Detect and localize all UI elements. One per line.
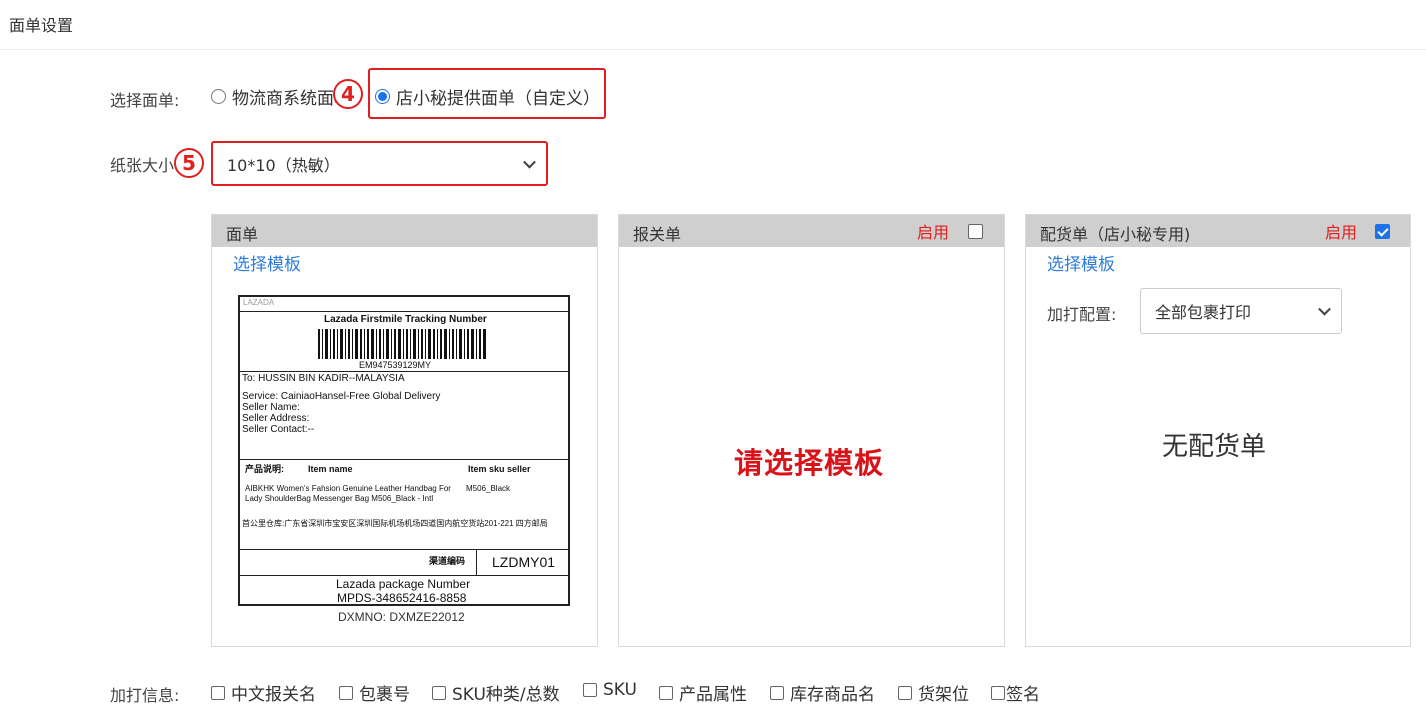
- option-label: 包裹号: [359, 685, 410, 705]
- label-panel-title: 面单: [226, 225, 259, 244]
- extra-option-sku-count[interactable]: SKU种类/总数: [432, 680, 560, 705]
- label-panel: 面单 选择模板 LAZADA Lazada Firstmile Tracking…: [211, 214, 598, 647]
- customs-enable-label: 启用: [917, 223, 950, 242]
- item-sku: M506_Black: [466, 484, 511, 493]
- option-label: 货架位: [918, 685, 969, 705]
- seller-contact-line: Seller Contact:--: [242, 424, 315, 435]
- extra-option-sku[interactable]: SKU: [583, 680, 637, 700]
- picking-panel: 配货单（店小秘专用) 启用 选择模板 加打配置: 全部包裹打印 无配货单: [1025, 214, 1411, 647]
- checkbox-icon[interactable]: [898, 685, 912, 700]
- channel-value: LZDMY01: [492, 554, 556, 570]
- dxmno-line: DXMNO: DXMZE22012: [338, 610, 465, 624]
- picking-panel-header: 配货单（店小秘专用) 启用: [1026, 215, 1410, 247]
- extra-option-chinese-name[interactable]: 中文报关名: [211, 680, 316, 705]
- to-line: To: HUSSIN BIN KADIR--MALAYSIA: [242, 373, 405, 384]
- radio-custom-label[interactable]: 店小秘提供面单（自定义）: [375, 84, 600, 109]
- picking-enable-checkbox[interactable]: [1375, 224, 1390, 239]
- col-desc: 产品说明:: [245, 464, 284, 474]
- preview-address-section: To: HUSSIN BIN KADIR--MALAYSIA Service: …: [240, 372, 568, 460]
- checkbox-icon[interactable]: [583, 683, 597, 697]
- radio-selected-icon[interactable]: [375, 89, 390, 104]
- print-config-label: 加打配置:: [1047, 305, 1117, 324]
- label-preview: LAZADA Lazada Firstmile Tracking Number: [238, 295, 570, 606]
- option-label: SKU: [603, 680, 637, 700]
- col-sku: Item sku seller: [468, 464, 531, 474]
- option-label: 产品属性: [679, 685, 747, 705]
- extra-option-product-attr[interactable]: 产品属性: [659, 680, 747, 705]
- step-4-marker: 4: [333, 79, 363, 109]
- extra-option-stock-name[interactable]: 库存商品名: [770, 680, 875, 705]
- checkbox-icon[interactable]: [770, 685, 784, 700]
- warehouse-line: 首公里仓库:广东省深圳市宝安区深圳国际机场机场四道国内航空货站201-221 四…: [242, 519, 548, 528]
- barcode-icon: [318, 329, 486, 359]
- package-number: MPDS-348652416-8858: [337, 591, 467, 605]
- extra-option-shelf[interactable]: 货架位: [898, 680, 969, 705]
- paper-size-value: 10*10（热敏）: [227, 155, 340, 175]
- option-label: SKU种类/总数: [452, 685, 560, 705]
- extra-option-package-no[interactable]: 包裹号: [339, 680, 410, 705]
- extra-info-label: 加打信息:: [110, 686, 180, 705]
- step-5-marker: 5: [174, 148, 204, 178]
- tracking-number: EM947539129MY: [359, 360, 432, 370]
- picking-enable-label: 启用: [1325, 223, 1358, 242]
- seller-name-line: Seller Name:: [242, 402, 300, 413]
- label-panel-header: 面单: [212, 215, 597, 247]
- col-item: Item name: [308, 464, 353, 474]
- checkbox-icon[interactable]: [211, 685, 225, 700]
- customs-panel: 报关单 启用 请选择模板: [618, 214, 1005, 647]
- preview-item-section: 产品说明: Item name Item sku seller AIBKHK W…: [240, 460, 568, 550]
- extra-option-signature[interactable]: 签名: [991, 680, 1040, 705]
- radio-system-label[interactable]: 物流商系统面单: [211, 84, 351, 109]
- select-label-label: 选择面单:: [110, 91, 180, 110]
- paper-size-label: 纸张大小: [110, 156, 175, 175]
- chevron-down-icon: [1318, 302, 1331, 316]
- chevron-down-icon: [523, 155, 536, 169]
- channel-divider: [476, 550, 477, 576]
- service-line: Service: CainiaoHansel-Free Global Deliv…: [242, 391, 441, 402]
- checkbox-icon[interactable]: [991, 685, 1005, 700]
- radio-custom-text: 店小秘提供面单（自定义）: [396, 89, 600, 109]
- lazada-logo: LAZADA: [243, 298, 275, 307]
- option-label: 中文报关名: [231, 685, 316, 705]
- select-template-placeholder: 请选择模板: [734, 446, 885, 480]
- preview-channel-section: 渠道编码 LZDMY01: [240, 550, 568, 576]
- radio-icon[interactable]: [211, 89, 226, 104]
- page-header: 面单设置: [0, 0, 1426, 50]
- customs-panel-title: 报关单: [633, 225, 682, 244]
- picking-panel-title: 配货单（店小秘专用): [1040, 225, 1191, 244]
- option-label: 签名: [1006, 685, 1040, 705]
- choose-template-link[interactable]: 选择模板: [1047, 250, 1115, 275]
- checkbox-icon[interactable]: [432, 685, 446, 700]
- page-title: 面单设置: [9, 16, 74, 35]
- checkbox-icon[interactable]: [659, 685, 673, 700]
- channel-label: 渠道编码: [429, 556, 466, 566]
- package-title: Lazada package Number: [336, 577, 471, 591]
- choose-template-link[interactable]: 选择模板: [233, 250, 301, 275]
- no-picking-list-text: 无配货单: [1162, 432, 1267, 462]
- print-config-value: 全部包裹打印: [1155, 303, 1252, 322]
- customs-enable-checkbox[interactable]: [968, 224, 983, 239]
- paper-size-select[interactable]: 10*10（热敏）: [211, 141, 548, 186]
- preview-divider: [240, 311, 568, 312]
- print-config-select[interactable]: 全部包裹打印: [1140, 288, 1342, 334]
- tracking-title: Lazada Firstmile Tracking Number: [324, 314, 487, 325]
- option-label: 库存商品名: [790, 685, 875, 705]
- customs-panel-header: 报关单 启用: [619, 215, 1004, 247]
- seller-address-line: Seller Address:: [242, 413, 310, 424]
- item-description: AIBKHK Women's Fahsion Genuine Leather H…: [245, 484, 451, 503]
- preview-tracking-section: LAZADA Lazada Firstmile Tracking Number: [240, 297, 568, 372]
- checkbox-icon[interactable]: [339, 685, 353, 700]
